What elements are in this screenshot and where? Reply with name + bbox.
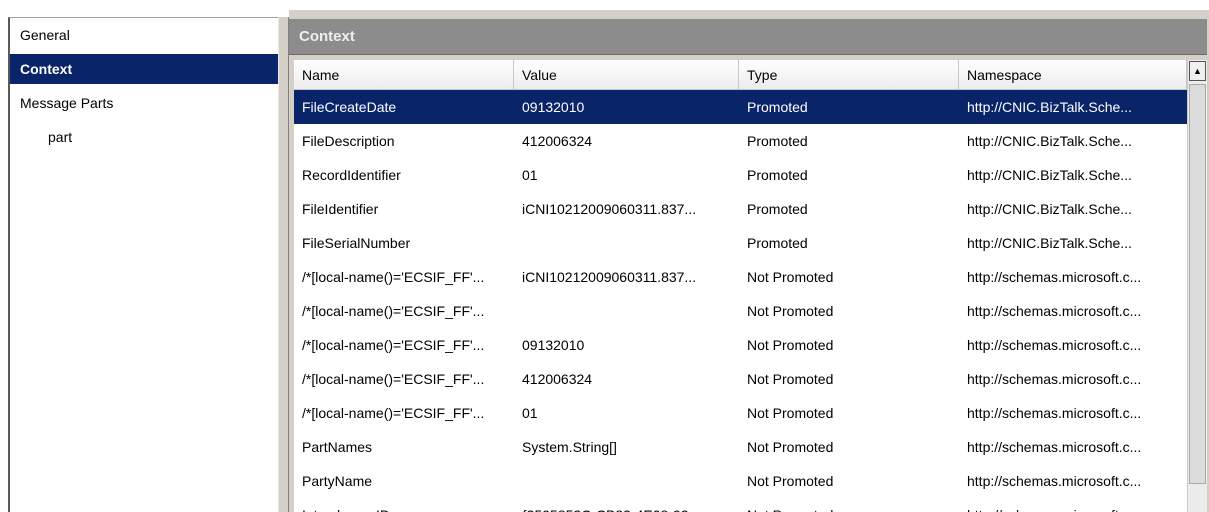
cell-type: Not Promoted [747,405,834,421]
cell-name: PartyName [302,473,373,489]
cell-value: 412006324 [522,133,593,149]
cell-type: Not Promoted [747,371,834,387]
cell-namespace: http://schemas.microsoft.c... [967,337,1142,353]
scroll-thumb[interactable] [1189,84,1206,484]
navigation-pane: General Context Message Parts part [8,17,278,512]
cell-name: /*[local-name()='ECSIF_FF'... [302,303,485,319]
cell-name: /*[local-name()='ECSIF_FF'... [302,269,485,285]
cell-type: Not Promoted [747,473,834,489]
cell-type: Promoted [747,167,808,183]
grid-rows: FileCreateDate 09132010 Promoted http://CNI… [294,90,1187,512]
column-header-type[interactable]: Type [739,60,959,90]
cell-value [514,464,739,498]
context-properties-grid: Name Value Type Namespace FileCreateDate… [294,60,1187,512]
cell-value: 412006324 [522,371,593,387]
cell-name: FileDescription [302,133,395,149]
cell-value: iCNI10212009060311.837... [522,201,697,217]
cell-name: InterchangeID [294,498,514,512]
cell-type: Promoted [747,235,808,251]
cell-name: /*[local-name()='ECSIF_FF'... [302,371,485,387]
cell-name: RecordIdentifier [302,167,401,183]
column-header-name[interactable]: Name [294,60,514,90]
table-row[interactable]: InterchangeID{2595852C-CB83-4E08-92...No… [294,498,1187,512]
cell-namespace: http://CNIC.BizTalk.Sche... [967,235,1132,251]
cell-type: Not Promoted [739,498,959,512]
cell-type: Promoted [747,201,808,217]
cell-name: PartNames [302,439,373,455]
table-row[interactable]: FileSerialNumber Promoted http://CNIC.BizT… [294,226,1187,260]
table-row[interactable]: /*[local-name()='ECSIF_FF'... iCNI1021200… [294,260,1187,294]
cell-namespace: http://schemas.microsoft.c... [967,371,1142,387]
cell-name: FileSerialNumber [302,235,411,251]
table-row[interactable]: FileIdentifier iCNI10212009060311.837... P… [294,192,1187,226]
column-header-namespace[interactable]: Namespace [959,60,1187,90]
cell-type: Promoted [747,99,808,115]
cell-namespace: http://schemas.microsoft.c... [967,269,1142,285]
cell-value: 01 [522,167,538,183]
cell-value: 01 [522,405,538,421]
cell-namespace: http://schemas.microsoft.c... [967,439,1142,455]
pane-splitter[interactable] [278,17,289,512]
context-title: Context [289,19,1207,55]
cell-namespace: http://CNIC.BizTalk.Sche... [967,133,1132,149]
nav-item-context[interactable]: Context [10,54,278,84]
nav-item-general[interactable]: General [10,20,278,50]
cell-namespace: http://CNIC.BizTalk.Sche... [967,167,1132,183]
cell-namespace: http://schemas.microsoft.c... [967,473,1142,489]
cell-type: Not Promoted [747,337,834,353]
column-header-value[interactable]: Value [514,60,739,90]
cell-name: FileIdentifier [302,201,379,217]
cell-namespace: http://schemas.microsoft.c... [967,303,1142,319]
cell-value: {2595852C-CB83-4E08-92... [514,498,739,512]
table-row[interactable]: /*[local-name()='ECSIF_FF'... 01 Not Promo… [294,396,1187,430]
table-row[interactable]: FileCreateDate 09132010 Promoted http://CNI… [294,90,1187,124]
table-row[interactable]: RecordIdentifier 01 Promoted http://CNIC.Bi… [294,158,1187,192]
cell-name: /*[local-name()='ECSIF_FF'... [302,405,485,421]
cell-namespace: http://schemas.microsoft.c... [967,405,1142,421]
cell-namespace: http://CNIC.BizTalk.Sche... [967,99,1132,115]
cell-type: Promoted [747,133,808,149]
context-panel: Context Name Value Type Namespace FileCr… [289,10,1209,512]
grid-header: Name Value Type Namespace [294,60,1187,90]
cell-type: Not Promoted [747,269,834,285]
cell-type: Not Promoted [747,303,834,319]
table-row[interactable]: PartNames System.String[] Not Promoted http… [294,430,1187,464]
table-row[interactable]: FileDescription 412006324 Promoted http://C… [294,124,1187,158]
nav-item-part[interactable]: part [10,122,278,152]
table-row[interactable]: PartyName Not Promoted http://schemas.micr… [294,464,1187,498]
cell-value [514,226,739,260]
cell-namespace: http://schemas.microsoft.c... [959,498,1187,512]
scroll-up-arrow-icon[interactable]: ▲ [1189,61,1206,81]
cell-value: System.String[] [522,439,617,455]
cell-value: iCNI10212009060311.837... [522,269,697,285]
nav-item-message-parts[interactable]: Message Parts [10,88,278,118]
cell-name: /*[local-name()='ECSIF_FF'... [302,337,485,353]
vertical-scrollbar[interactable]: ▲ [1187,60,1207,512]
table-row[interactable]: /*[local-name()='ECSIF_FF'... 412006324 No… [294,362,1187,396]
cell-name: FileCreateDate [302,99,397,115]
cell-value: 09132010 [522,99,585,115]
table-row[interactable]: /*[local-name()='ECSIF_FF'... 09132010 Not… [294,328,1187,362]
cell-type: Not Promoted [747,439,834,455]
cell-namespace: http://CNIC.BizTalk.Sche... [967,201,1132,217]
table-row[interactable]: /*[local-name()='ECSIF_FF'... Not Promote… [294,294,1187,328]
cell-value [514,294,739,328]
cell-value: 09132010 [522,337,585,353]
